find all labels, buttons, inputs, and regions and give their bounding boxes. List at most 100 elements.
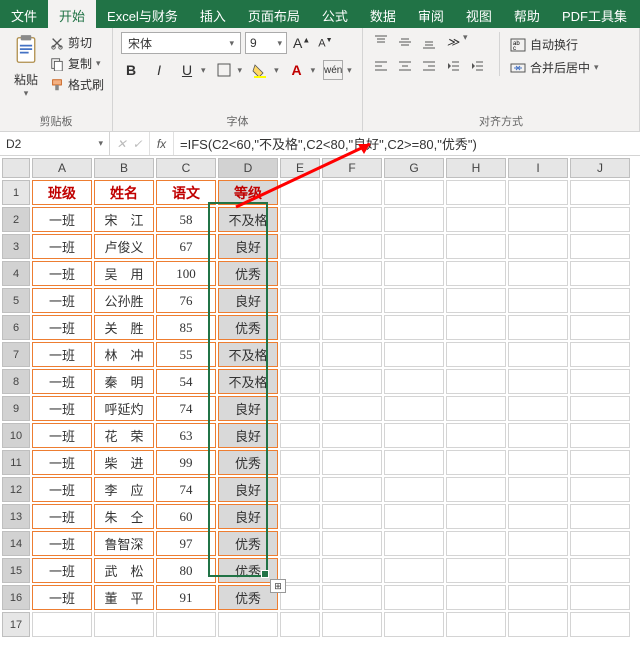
cell-F13[interactable] — [322, 504, 382, 529]
col-header-J[interactable]: J — [570, 158, 630, 178]
align-bottom-button[interactable] — [419, 32, 439, 52]
cell-A17[interactable] — [32, 612, 92, 637]
cell-A1[interactable]: 班级 — [32, 180, 92, 205]
cell-H13[interactable] — [446, 504, 506, 529]
cell-F14[interactable] — [322, 531, 382, 556]
cell-H8[interactable] — [446, 369, 506, 394]
cell-B9[interactable]: 呼延灼 — [94, 396, 154, 421]
cell-I13[interactable] — [508, 504, 568, 529]
row-header-14[interactable]: 14 — [2, 531, 30, 556]
cell-I9[interactable] — [508, 396, 568, 421]
underline-button[interactable]: U — [177, 60, 197, 80]
cell-G15[interactable] — [384, 558, 444, 583]
tab-1[interactable]: 开始 — [48, 0, 96, 28]
cell-E16[interactable] — [280, 585, 320, 610]
italic-button[interactable]: I — [149, 60, 169, 80]
name-box[interactable]: D2▾ — [0, 132, 110, 155]
cell-H14[interactable] — [446, 531, 506, 556]
cell-I12[interactable] — [508, 477, 568, 502]
col-header-F[interactable]: F — [322, 158, 382, 178]
row-header-4[interactable]: 4 — [2, 261, 30, 286]
cell-I16[interactable] — [508, 585, 568, 610]
align-right-button[interactable] — [419, 56, 439, 76]
cell-J15[interactable] — [570, 558, 630, 583]
cell-F1[interactable] — [322, 180, 382, 205]
cell-J8[interactable] — [570, 369, 630, 394]
cell-C17[interactable] — [156, 612, 216, 637]
cell-D7[interactable]: 不及格 — [218, 342, 278, 367]
col-header-I[interactable]: I — [508, 158, 568, 178]
cell-G7[interactable] — [384, 342, 444, 367]
paste-button[interactable]: 粘贴 ▾ — [8, 32, 44, 101]
row-header-1[interactable]: 1 — [2, 180, 30, 205]
cell-I1[interactable] — [508, 180, 568, 205]
row-header-13[interactable]: 13 — [2, 504, 30, 529]
cell-B16[interactable]: 董 平 — [94, 585, 154, 610]
cell-H3[interactable] — [446, 234, 506, 259]
autofill-options-button[interactable]: ⊞ — [270, 579, 286, 593]
cell-E10[interactable] — [280, 423, 320, 448]
cell-D10[interactable]: 良好 — [218, 423, 278, 448]
cell-B8[interactable]: 秦 明 — [94, 369, 154, 394]
cell-D6[interactable]: 优秀 — [218, 315, 278, 340]
cell-E14[interactable] — [280, 531, 320, 556]
cell-C2[interactable]: 58 — [156, 207, 216, 232]
row-header-17[interactable]: 17 — [2, 612, 30, 637]
cell-B3[interactable]: 卢俊义 — [94, 234, 154, 259]
cell-I7[interactable] — [508, 342, 568, 367]
cell-G4[interactable] — [384, 261, 444, 286]
cell-H17[interactable] — [446, 612, 506, 637]
row-header-3[interactable]: 3 — [2, 234, 30, 259]
cell-E15[interactable] — [280, 558, 320, 583]
cell-G10[interactable] — [384, 423, 444, 448]
cell-F4[interactable] — [322, 261, 382, 286]
cell-E9[interactable] — [280, 396, 320, 421]
tab-5[interactable]: 公式 — [311, 0, 359, 28]
tab-2[interactable]: Excel与财务 — [96, 0, 189, 28]
cell-F6[interactable] — [322, 315, 382, 340]
cell-D3[interactable]: 良好 — [218, 234, 278, 259]
cell-J5[interactable] — [570, 288, 630, 313]
cell-G17[interactable] — [384, 612, 444, 637]
cell-J16[interactable] — [570, 585, 630, 610]
cell-A9[interactable]: 一班 — [32, 396, 92, 421]
cell-G9[interactable] — [384, 396, 444, 421]
cell-E2[interactable] — [280, 207, 320, 232]
cell-B10[interactable]: 花 荣 — [94, 423, 154, 448]
worksheet-grid[interactable]: ABCDEFGHIJ1班级姓名语文等级2一班宋 江58不及格3一班卢俊义67良好… — [0, 156, 632, 639]
cell-I11[interactable] — [508, 450, 568, 475]
cell-A6[interactable]: 一班 — [32, 315, 92, 340]
cell-E17[interactable] — [280, 612, 320, 637]
tab-7[interactable]: 审阅 — [407, 0, 455, 28]
border-button[interactable] — [214, 60, 234, 80]
cell-D4[interactable]: 优秀 — [218, 261, 278, 286]
cell-D1[interactable]: 等级 — [218, 180, 278, 205]
cell-F11[interactable] — [322, 450, 382, 475]
align-left-button[interactable] — [371, 56, 391, 76]
cell-E12[interactable] — [280, 477, 320, 502]
cell-C3[interactable]: 67 — [156, 234, 216, 259]
cell-D8[interactable]: 不及格 — [218, 369, 278, 394]
cell-J12[interactable] — [570, 477, 630, 502]
fill-color-button[interactable] — [250, 60, 270, 80]
cell-J7[interactable] — [570, 342, 630, 367]
cell-B7[interactable]: 林 冲 — [94, 342, 154, 367]
cell-D16[interactable]: 优秀 — [218, 585, 278, 610]
row-header-15[interactable]: 15 — [2, 558, 30, 583]
tab-3[interactable]: 插入 — [189, 0, 237, 28]
cell-E6[interactable] — [280, 315, 320, 340]
cell-B5[interactable]: 公孙胜 — [94, 288, 154, 313]
cell-J1[interactable] — [570, 180, 630, 205]
cell-G2[interactable] — [384, 207, 444, 232]
cell-H16[interactable] — [446, 585, 506, 610]
cell-D11[interactable]: 优秀 — [218, 450, 278, 475]
cell-B6[interactable]: 关 胜 — [94, 315, 154, 340]
cell-H4[interactable] — [446, 261, 506, 286]
row-header-11[interactable]: 11 — [2, 450, 30, 475]
cell-D5[interactable]: 良好 — [218, 288, 278, 313]
cell-D12[interactable]: 良好 — [218, 477, 278, 502]
cell-B11[interactable]: 柴 进 — [94, 450, 154, 475]
cell-A10[interactable]: 一班 — [32, 423, 92, 448]
cell-D13[interactable]: 良好 — [218, 504, 278, 529]
cell-F17[interactable] — [322, 612, 382, 637]
